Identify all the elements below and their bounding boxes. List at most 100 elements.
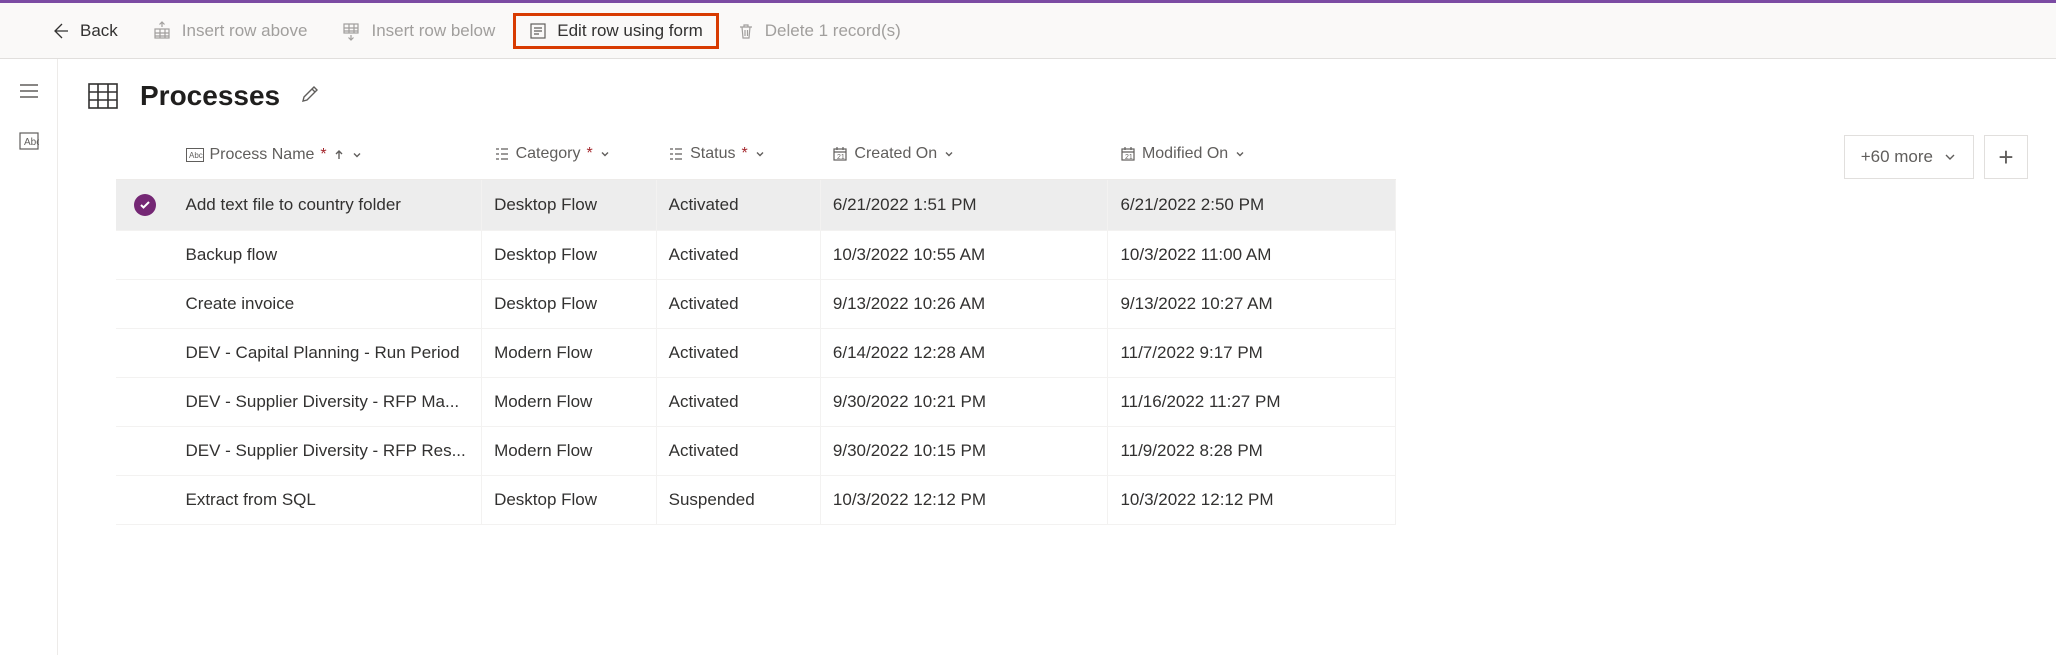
table-row[interactable]: Add text file to country folderDesktop F… <box>116 180 1396 231</box>
cell-modified-on[interactable]: 11/9/2022 8:28 PM <box>1108 427 1396 476</box>
form-icon <box>529 22 547 40</box>
cell-process-name[interactable]: DEV - Supplier Diversity - RFP Ma... <box>174 378 482 427</box>
svg-text:21: 21 <box>1125 154 1133 161</box>
optionset-icon <box>668 146 684 162</box>
cell-modified-on[interactable]: 10/3/2022 11:00 AM <box>1108 231 1396 280</box>
header-process-name[interactable]: Abc Process Name* <box>174 135 482 180</box>
data-grid: Abc Process Name* Category* <box>116 135 1396 525</box>
cell-status[interactable]: Activated <box>656 427 820 476</box>
insert-above-icon <box>152 21 172 41</box>
back-button[interactable]: Back <box>36 15 132 47</box>
cell-status[interactable]: Suspended <box>656 476 820 525</box>
chevron-down-icon <box>754 148 766 160</box>
cell-created-on[interactable]: 10/3/2022 12:12 PM <box>820 476 1108 525</box>
cell-modified-on[interactable]: 6/21/2022 2:50 PM <box>1108 180 1396 231</box>
cell-status[interactable]: Activated <box>656 378 820 427</box>
row-select-cell[interactable] <box>116 378 174 427</box>
cell-category[interactable]: Desktop Flow <box>482 280 657 329</box>
chevron-down-icon <box>943 148 955 160</box>
cell-modified-on[interactable]: 11/16/2022 11:27 PM <box>1108 378 1396 427</box>
insert-above-label: Insert row above <box>182 21 308 41</box>
cell-process-name[interactable]: DEV - Capital Planning - Run Period <box>174 329 482 378</box>
back-arrow-icon <box>50 21 70 41</box>
cell-process-name[interactable]: DEV - Supplier Diversity - RFP Res... <box>174 427 482 476</box>
optionset-icon <box>494 146 510 162</box>
table-row[interactable]: Backup flowDesktop FlowActivated10/3/202… <box>116 231 1396 280</box>
table-row[interactable]: DEV - Supplier Diversity - RFP Res...Mod… <box>116 427 1396 476</box>
cell-status[interactable]: Activated <box>656 231 820 280</box>
header-modified-on[interactable]: 21 Modified On <box>1108 135 1396 180</box>
cell-category[interactable]: Modern Flow <box>482 427 657 476</box>
insert-row-below-button[interactable]: Insert row below <box>327 15 509 47</box>
table-row[interactable]: DEV - Capital Planning - Run PeriodModer… <box>116 329 1396 378</box>
text-field-icon: Abc <box>186 148 204 162</box>
table-row[interactable]: Create invoiceDesktop FlowActivated9/13/… <box>116 280 1396 329</box>
table-icon <box>86 79 120 113</box>
chevron-down-icon <box>599 148 611 160</box>
row-select-cell[interactable] <box>116 427 174 476</box>
cell-status[interactable]: Activated <box>656 180 820 231</box>
cell-created-on[interactable]: 9/30/2022 10:15 PM <box>820 427 1108 476</box>
cell-process-name[interactable]: Backup flow <box>174 231 482 280</box>
cell-category[interactable]: Desktop Flow <box>482 231 657 280</box>
cell-created-on[interactable]: 9/30/2022 10:21 PM <box>820 378 1108 427</box>
cell-modified-on[interactable]: 11/7/2022 9:17 PM <box>1108 329 1396 378</box>
trash-icon <box>737 22 755 40</box>
cell-modified-on[interactable]: 9/13/2022 10:27 AM <box>1108 280 1396 329</box>
row-select-cell[interactable] <box>116 476 174 525</box>
insert-below-icon <box>341 21 361 41</box>
chevron-down-icon <box>351 149 363 161</box>
calendar-icon: 21 <box>1120 146 1136 162</box>
cell-created-on[interactable]: 9/13/2022 10:26 AM <box>820 280 1108 329</box>
more-columns-button[interactable]: +60 more <box>1844 135 1974 179</box>
edit-form-label: Edit row using form <box>557 21 703 41</box>
add-column-button[interactable]: + <box>1984 135 2028 179</box>
header-row: Abc Process Name* Category* <box>116 135 1396 180</box>
header-created-on[interactable]: 21 Created On <box>820 135 1108 180</box>
svg-text:Abc: Abc <box>24 137 39 148</box>
row-select-cell[interactable] <box>116 231 174 280</box>
cell-process-name[interactable]: Extract from SQL <box>174 476 482 525</box>
edit-row-using-form-button[interactable]: Edit row using form <box>515 15 717 47</box>
cell-created-on[interactable]: 6/14/2022 12:28 AM <box>820 329 1108 378</box>
rail-text-icon[interactable]: Abc <box>15 127 43 155</box>
cell-modified-on[interactable]: 10/3/2022 12:12 PM <box>1108 476 1396 525</box>
page-header: Processes <box>86 79 2028 113</box>
cell-status[interactable]: Activated <box>656 280 820 329</box>
table-row[interactable]: Extract from SQLDesktop FlowSuspended10/… <box>116 476 1396 525</box>
cell-category[interactable]: Modern Flow <box>482 329 657 378</box>
chevron-down-icon <box>1234 148 1246 160</box>
plus-icon: + <box>1998 142 2013 173</box>
cell-created-on[interactable]: 10/3/2022 10:55 AM <box>820 231 1108 280</box>
command-bar: Back Insert row above Insert row below E… <box>0 3 2056 59</box>
row-select-cell[interactable] <box>116 180 174 231</box>
cell-process-name[interactable]: Add text file to country folder <box>174 180 482 231</box>
back-label: Back <box>80 21 118 41</box>
cell-process-name[interactable]: Create invoice <box>174 280 482 329</box>
selected-check-icon <box>134 194 156 216</box>
edit-title-button[interactable] <box>300 84 320 108</box>
header-label: Process Name <box>210 146 315 164</box>
pencil-icon <box>300 84 320 104</box>
header-select[interactable] <box>116 135 174 180</box>
header-label: Modified On <box>1142 145 1228 163</box>
cell-category[interactable]: Desktop Flow <box>482 476 657 525</box>
delete-record-button[interactable]: Delete 1 record(s) <box>723 15 915 47</box>
header-status[interactable]: Status* <box>656 135 820 180</box>
table-row[interactable]: DEV - Supplier Diversity - RFP Ma...Mode… <box>116 378 1396 427</box>
header-label: Status <box>690 145 735 163</box>
delete-label: Delete 1 record(s) <box>765 21 901 41</box>
row-select-cell[interactable] <box>116 280 174 329</box>
cell-created-on[interactable]: 6/21/2022 1:51 PM <box>820 180 1108 231</box>
calendar-icon: 21 <box>832 146 848 162</box>
sort-asc-icon <box>333 149 345 161</box>
rail-lines-icon[interactable] <box>15 77 43 105</box>
insert-row-above-button[interactable]: Insert row above <box>138 15 322 47</box>
row-select-cell[interactable] <box>116 329 174 378</box>
insert-below-label: Insert row below <box>371 21 495 41</box>
cell-category[interactable]: Desktop Flow <box>482 180 657 231</box>
cell-status[interactable]: Activated <box>656 329 820 378</box>
svg-text:Abc: Abc <box>189 151 203 160</box>
header-category[interactable]: Category* <box>482 135 657 180</box>
cell-category[interactable]: Modern Flow <box>482 378 657 427</box>
